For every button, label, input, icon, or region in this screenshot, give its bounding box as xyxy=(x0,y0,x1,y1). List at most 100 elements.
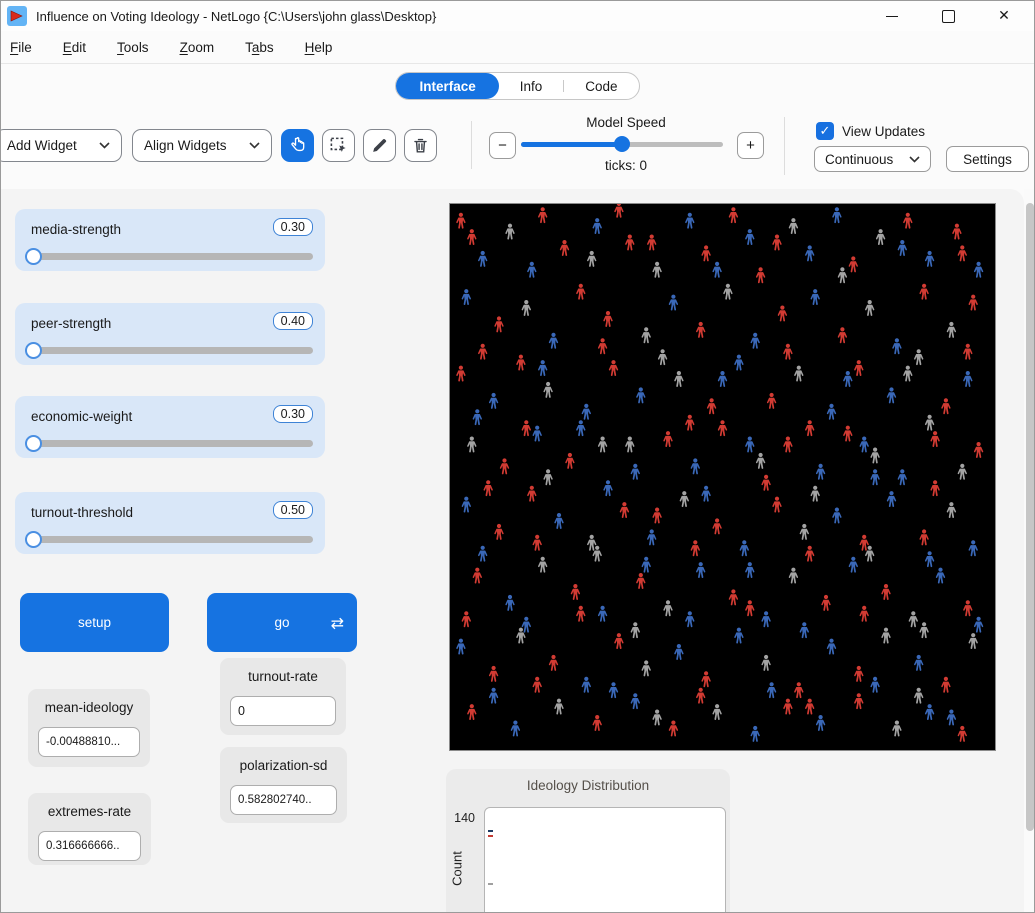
world-view[interactable] xyxy=(449,203,996,751)
slider-peer-strength[interactable]: peer-strength 0.40 xyxy=(15,303,325,365)
maximize-button[interactable] xyxy=(920,1,976,31)
setup-button[interactable]: setup xyxy=(20,593,169,652)
chevron-down-icon xyxy=(909,156,920,163)
model-speed-thumb[interactable] xyxy=(614,136,630,152)
menu-edit[interactable]: Edit xyxy=(63,40,86,55)
speed-increase-button[interactable]: + xyxy=(737,132,764,159)
ticks-counter: ticks: 0 xyxy=(521,158,731,173)
titlebar: Influence on Voting Ideology - NetLogo {… xyxy=(1,1,1034,31)
plot-pen-mark xyxy=(488,830,493,832)
add-widget-dropdown[interactable]: Add Widget xyxy=(0,129,122,162)
pencil-icon xyxy=(370,136,389,155)
marquee-select-tool-button[interactable] xyxy=(322,129,355,162)
delete-widget-button[interactable] xyxy=(404,129,437,162)
plot-ideology-distribution: Ideology Distribution 140 Count xyxy=(446,769,730,913)
trash-icon xyxy=(411,136,430,155)
slider-label: peer-strength xyxy=(31,316,111,331)
menu-file[interactable]: File xyxy=(10,40,32,55)
model-speed-fill xyxy=(521,142,622,147)
slider-label: economic-weight xyxy=(31,409,132,424)
toolbar-separator xyxy=(471,121,472,169)
hand-pointer-icon xyxy=(288,136,307,155)
minimize-icon xyxy=(886,16,898,17)
monitor-value: 0 xyxy=(230,696,336,726)
menubar: File Edit Tools Zoom Tabs Help xyxy=(1,31,1034,64)
slider-track[interactable] xyxy=(27,440,313,447)
scrollbar-thumb[interactable] xyxy=(1026,203,1034,831)
monitor-value: -0.00488810... xyxy=(38,727,140,757)
slider-label: turnout-threshold xyxy=(31,505,133,520)
align-widgets-dropdown[interactable]: Align Widgets xyxy=(132,129,272,162)
update-mode-value: Continuous xyxy=(825,152,893,167)
speed-decrease-button[interactable]: − xyxy=(489,132,516,159)
menu-tools[interactable]: Tools xyxy=(117,40,149,55)
interface-canvas: media-strength 0.30 peer-strength 0.40 e… xyxy=(1,189,1024,913)
model-speed-slider[interactable] xyxy=(521,142,723,147)
tab-info[interactable]: Info xyxy=(499,73,564,99)
toolbar-separator xyxy=(784,117,785,175)
slider-thumb[interactable] xyxy=(25,248,42,265)
marquee-select-icon xyxy=(329,136,348,155)
monitor-turnout-rate: turnout-rate 0 xyxy=(220,658,346,735)
menu-help[interactable]: Help xyxy=(305,40,333,55)
monitor-mean-ideology: mean-ideology -0.00488810... xyxy=(28,689,150,767)
slider-economic-weight[interactable]: economic-weight 0.30 xyxy=(15,396,325,458)
window-title: Influence on Voting Ideology - NetLogo {… xyxy=(36,9,436,24)
monitor-extremes-rate: extremes-rate 0.316666666.. xyxy=(28,793,151,865)
monitor-label: turnout-rate xyxy=(220,669,346,684)
go-button[interactable]: go ⇄ xyxy=(207,593,357,652)
slider-media-strength[interactable]: media-strength 0.30 xyxy=(15,209,325,271)
view-updates-checkbox[interactable]: ✓ xyxy=(816,122,834,140)
slider-value-badge: 0.40 xyxy=(273,312,313,330)
minus-icon: − xyxy=(498,137,507,154)
slider-thumb[interactable] xyxy=(25,531,42,548)
slider-thumb[interactable] xyxy=(25,435,42,452)
chevron-down-icon xyxy=(249,142,260,149)
netlogo-logo xyxy=(7,6,27,26)
forever-loop-icon: ⇄ xyxy=(331,613,344,632)
slider-turnout-threshold[interactable]: turnout-threshold 0.50 xyxy=(15,492,325,554)
window-controls: ✕ xyxy=(864,1,1032,31)
tab-row: Interface Info Code xyxy=(1,72,1034,102)
menu-zoom[interactable]: Zoom xyxy=(180,40,215,55)
monitor-label: extremes-rate xyxy=(28,804,151,819)
slider-value-badge: 0.30 xyxy=(273,405,313,423)
slider-track[interactable] xyxy=(27,347,313,354)
select-hand-tool-button[interactable] xyxy=(281,129,314,162)
plot-area xyxy=(484,807,726,913)
slider-track[interactable] xyxy=(27,536,313,543)
slider-label: media-strength xyxy=(31,222,121,237)
tab-interface[interactable]: Interface xyxy=(396,73,498,99)
chevron-down-icon xyxy=(99,142,110,149)
tab-code[interactable]: Code xyxy=(564,73,638,99)
edit-widget-button[interactable] xyxy=(363,129,396,162)
align-widgets-label: Align Widgets xyxy=(144,138,227,153)
slider-value-badge: 0.30 xyxy=(273,218,313,236)
settings-label: Settings xyxy=(963,152,1012,167)
plot-ymax-tick: 140 xyxy=(449,811,475,825)
slider-thumb[interactable] xyxy=(25,342,42,359)
plus-icon: + xyxy=(746,137,755,154)
view-updates-label: View Updates xyxy=(842,124,925,139)
plot-title: Ideology Distribution xyxy=(446,778,730,793)
monitor-label: polarization-sd xyxy=(220,758,347,773)
check-icon: ✓ xyxy=(820,124,831,139)
vertical-scrollbar[interactable] xyxy=(1024,189,1035,913)
model-speed-label: Model Speed xyxy=(521,115,731,130)
netlogo-window: Influence on Voting Ideology - NetLogo {… xyxy=(0,0,1035,913)
plot-ylabel: Count xyxy=(450,844,465,894)
plot-pen-mark xyxy=(488,883,493,885)
slider-value-badge: 0.50 xyxy=(273,501,313,519)
monitor-value: 0.582802740.. xyxy=(230,785,337,815)
slider-track[interactable] xyxy=(27,253,313,260)
close-button[interactable]: ✕ xyxy=(976,1,1032,31)
menu-tabs[interactable]: Tabs xyxy=(245,40,274,55)
monitor-value: 0.316666666.. xyxy=(38,831,141,861)
update-mode-dropdown[interactable]: Continuous xyxy=(814,146,931,172)
minimize-button[interactable] xyxy=(864,1,920,31)
monitor-polarization-sd: polarization-sd 0.582802740.. xyxy=(220,747,347,823)
plot-pen-mark xyxy=(488,835,493,837)
setup-button-label: setup xyxy=(78,615,111,630)
settings-button[interactable]: Settings xyxy=(946,146,1029,172)
view-updates-row: ✓ View Updates xyxy=(816,122,925,140)
